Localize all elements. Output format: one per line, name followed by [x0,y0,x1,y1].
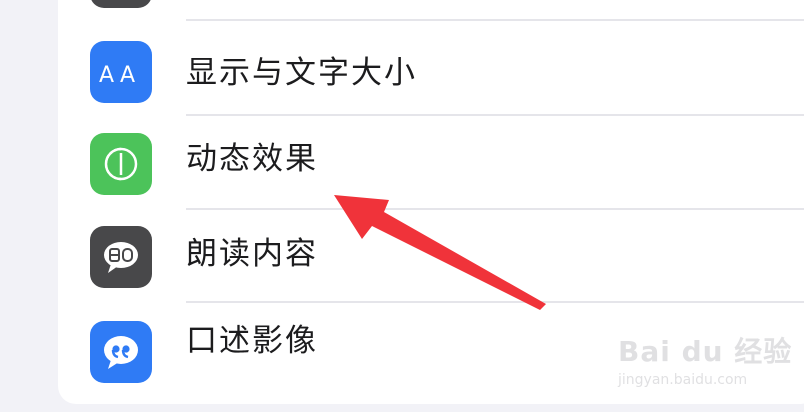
partial-icon [90,0,152,8]
speech-bubble-icon [90,226,152,288]
settings-row-partial[interactable]: 辅助 [58,0,804,21]
watermark-url: jingyan.baidu.com [618,372,748,388]
row-divider [186,114,804,116]
settings-row-motion[interactable]: 动态效果 [58,117,804,210]
settings-row-display-text-size[interactable]: A A 显示与文字大小 [58,23,804,116]
text-size-icon: A A [90,41,152,103]
settings-screen: 辅助 A A 显示与文字大小 动态效果 [0,0,804,412]
baidu-watermark: Bai du 经验 jingyan.baidu.com [616,326,791,398]
settings-row-label: 朗读内容 [186,236,318,272]
settings-row-label: 口述影像 [186,323,318,359]
svg-text:A: A [120,63,135,87]
settings-row-label: 显示与文字大小 [186,55,417,91]
watermark-brand: Bai du 经验 [618,335,793,368]
motion-icon [90,133,152,195]
settings-row-label: 动态效果 [186,141,318,177]
row-divider [186,19,804,21]
settings-row-spoken-content[interactable]: 朗读内容 [58,210,804,303]
svg-text:A: A [99,63,114,87]
quote-bubble-icon [90,321,152,383]
